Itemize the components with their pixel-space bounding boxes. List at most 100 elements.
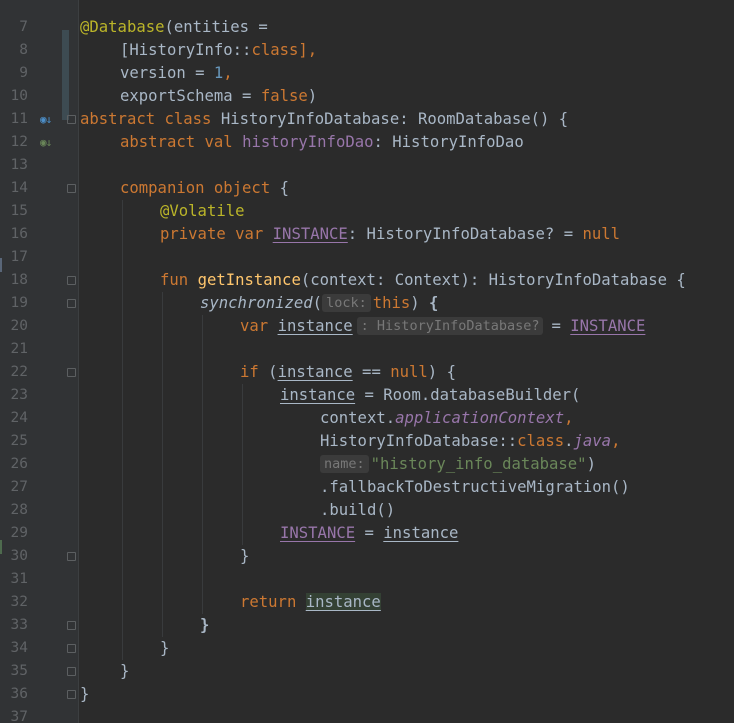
variable-token: instance xyxy=(305,593,381,611)
code-line[interactable]: 37 } xyxy=(0,683,734,723)
property-token: java xyxy=(573,432,612,450)
keyword-token: false xyxy=(260,87,308,105)
keyword-token: null xyxy=(582,225,621,243)
code-text: } xyxy=(160,637,169,660)
indent-guide xyxy=(122,545,123,568)
code-text: [HistoryInfo::class], xyxy=(120,39,317,62)
indent-guide xyxy=(122,361,123,384)
code-line[interactable]: 11 exportSchema = false) xyxy=(0,85,734,127)
code-line[interactable]: 10 version = 1, xyxy=(0,62,734,104)
code-text: } xyxy=(80,683,89,706)
code-line[interactable]: 27 name: "history_info_database") xyxy=(0,453,734,495)
indent-guide xyxy=(242,499,243,522)
property-token: applicationContext xyxy=(395,409,565,427)
code-line[interactable]: 29 .build() xyxy=(0,499,734,541)
code-token: } xyxy=(200,616,210,634)
code-line[interactable]: 22 xyxy=(0,338,734,380)
code-line[interactable]: 19 fun getInstance(context: Context): Hi… xyxy=(0,269,734,311)
fold-end-icon[interactable] xyxy=(67,644,76,653)
code-text: @Database(entities = xyxy=(80,16,268,39)
code-token: ( xyxy=(312,294,323,312)
code-line[interactable]: 7 xyxy=(0,0,734,35)
fold-toggle-icon[interactable] xyxy=(67,276,76,285)
function-token: synchronized xyxy=(200,294,313,312)
code-line[interactable]: 12 ◉↓ abstract class HistoryInfoDatabase… xyxy=(0,108,734,150)
code-text: fun getInstance(context: Context): Histo… xyxy=(160,269,686,292)
parameter-hint: lock: xyxy=(322,294,371,312)
code-line[interactable]: 26 HistoryInfoDatabase::class.java, xyxy=(0,430,734,472)
indent-guide xyxy=(122,499,123,522)
code-token: ], xyxy=(298,41,318,59)
code-line[interactable]: 25 context.applicationContext, xyxy=(0,407,734,449)
keyword-token: fun xyxy=(160,271,198,289)
code-line[interactable]: 9 [HistoryInfo::class], xyxy=(0,39,734,81)
code-text: name: "history_info_database") xyxy=(320,453,596,476)
code-line[interactable]: 34 } xyxy=(0,614,734,656)
property-token: INSTANCE xyxy=(280,524,356,542)
indent-guide xyxy=(202,499,203,522)
code-line[interactable]: 28 .fallbackToDestructiveMigration() xyxy=(0,476,734,518)
indent-guide xyxy=(202,315,203,338)
code-line[interactable]: 24 instance = Room.databaseBuilder( xyxy=(0,384,734,426)
code-line[interactable]: 31 } xyxy=(0,545,734,587)
indent-guide xyxy=(202,430,203,453)
code-editor[interactable]: 7 8 @Database(entities = 9 [HistoryInfo:… xyxy=(0,0,734,723)
code-token: { xyxy=(429,294,439,312)
code-line[interactable]: 8 @Database(entities = xyxy=(0,16,734,58)
code-line[interactable]: 35 } xyxy=(0,637,734,679)
indent-guide xyxy=(242,430,243,453)
code-line[interactable]: 17 private var INSTANCE: HistoryInfoData… xyxy=(0,223,734,265)
type-hint: : HistoryInfoDatabase? xyxy=(356,317,544,335)
code-line[interactable]: 15 companion object { xyxy=(0,177,734,219)
indent-guide xyxy=(122,338,123,361)
code-text: HistoryInfoDatabase::class.java, xyxy=(320,430,620,453)
property-token: historyInfoDao xyxy=(242,133,374,151)
code-line[interactable]: 21 var instance: HistoryInfoDatabase? = I… xyxy=(0,315,734,357)
code-token: ) xyxy=(307,87,318,105)
code-text: return instance xyxy=(240,591,381,614)
indent-guide xyxy=(202,338,203,361)
fold-end-icon[interactable] xyxy=(67,690,76,699)
code-line[interactable]: 20 synchronized(lock: this) { xyxy=(0,292,734,334)
fold-toggle-icon[interactable] xyxy=(67,184,76,193)
fold-end-icon[interactable] xyxy=(67,667,76,676)
indent-guide xyxy=(122,246,123,269)
fold-toggle-icon[interactable] xyxy=(67,115,76,124)
code-token: [HistoryInfo:: xyxy=(120,41,252,59)
keyword-token: return xyxy=(240,593,306,611)
indent-guide xyxy=(162,453,163,476)
fold-end-icon[interactable] xyxy=(67,621,76,630)
code-token: == xyxy=(352,363,391,381)
indent-guide xyxy=(162,591,163,614)
code-text: INSTANCE = instance xyxy=(280,522,458,545)
code-line[interactable]: 18 xyxy=(0,246,734,288)
code-line[interactable]: 23 if (instance == null) { xyxy=(0,361,734,403)
indent-guide xyxy=(162,384,163,407)
code-token: = xyxy=(551,317,571,335)
line-number: 37 xyxy=(10,709,28,723)
implemented-icon[interactable]: ◉↓ xyxy=(40,108,56,131)
code-text: synchronized(lock: this) { xyxy=(200,292,438,315)
indent-guide xyxy=(202,545,203,568)
fold-toggle-icon[interactable] xyxy=(67,368,76,377)
indent-guide xyxy=(122,223,123,246)
indent-guide xyxy=(122,568,123,591)
code-line[interactable]: 32 xyxy=(0,568,734,610)
implementing-icon[interactable]: ◉↓ xyxy=(40,131,56,154)
code-line[interactable]: 33 return instance xyxy=(0,591,734,633)
code-token: { xyxy=(279,179,289,197)
code-line[interactable]: 36 } xyxy=(0,660,734,702)
fold-end-icon[interactable] xyxy=(67,552,76,561)
fold-toggle-icon[interactable] xyxy=(67,299,76,308)
code-line[interactable]: 16 @Volatile xyxy=(0,200,734,242)
keyword-token: this xyxy=(372,294,411,312)
code-text: instance = Room.databaseBuilder( xyxy=(280,384,580,407)
code-line[interactable]: 13 ◉↓ abstract val historyInfoDao: Histo… xyxy=(0,131,734,173)
variable-token: instance xyxy=(383,524,459,542)
code-line[interactable]: 30 INSTANCE = instance xyxy=(0,522,734,564)
indent-guide xyxy=(162,568,163,591)
code-line[interactable]: 14 xyxy=(0,154,734,196)
code-text: .fallbackToDestructiveMigration() xyxy=(320,476,630,499)
indent-guide xyxy=(122,292,123,315)
code-token: , xyxy=(223,64,233,82)
